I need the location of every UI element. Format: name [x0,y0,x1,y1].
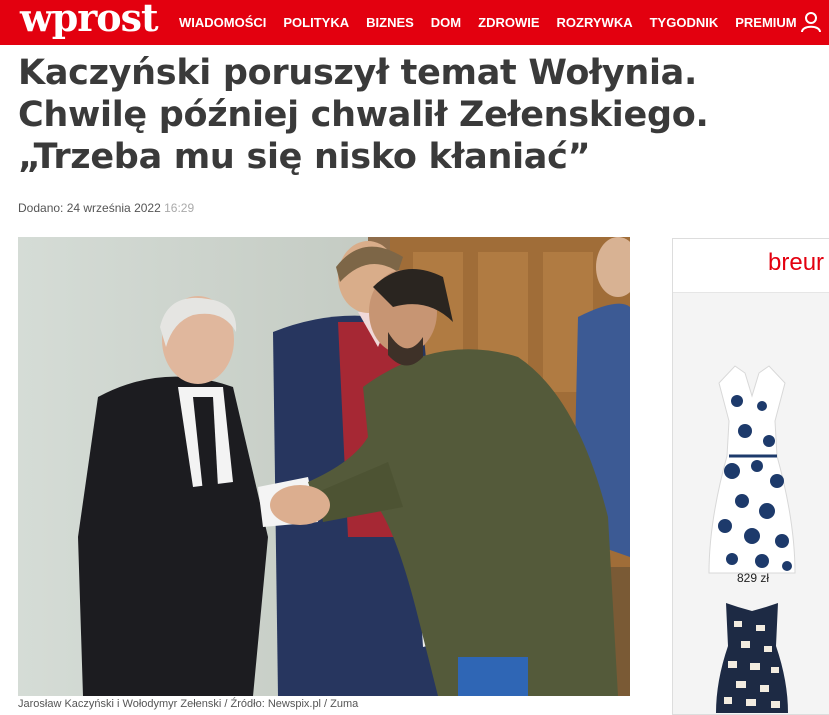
article-time: 16:29 [164,201,195,215]
article-dateline: Dodano: 24 września 2022 16:29 [18,201,194,215]
nav-item-rozrywka[interactable]: ROZRYWKA [557,15,633,30]
article-date: Dodano: 24 września 2022 [18,201,161,215]
article-title: Kaczyński poruszył temat Wołynia. Chwilę… [18,53,709,177]
nav-item-tygodnik[interactable]: TYGODNIK [650,15,719,30]
photo-illustration [18,237,630,696]
ad-brand-name[interactable]: breur [768,249,824,277]
nav-item-zdrowie[interactable]: ZDROWIE [478,15,539,30]
nav-item-biznes[interactable]: BIZNES [366,15,414,30]
article-photo [18,237,630,696]
dress-product-image-1[interactable] [707,361,797,576]
site-logo[interactable]: wprost [20,0,159,40]
user-account-icon[interactable] [799,10,823,34]
ad-product-area: 829 zł [673,293,829,714]
ad-price[interactable]: 829 zł [737,571,769,585]
nav-item-premium[interactable]: PREMIUM [735,15,796,30]
photo-caption: Jarosław Kaczyński i Wołodymyr Zełenski … [18,698,359,710]
advertisement[interactable]: breur 829 zł [672,238,829,715]
dress-product-image-2[interactable] [716,601,788,713]
site-header: wprost WIADOMOŚCI POLITYKA BIZNES DOM ZD… [0,0,829,45]
nav-item-polityka[interactable]: POLITYKA [283,15,349,30]
nav-item-dom[interactable]: DOM [431,15,461,30]
main-nav: WIADOMOŚCI POLITYKA BIZNES DOM ZDROWIE R… [179,0,814,45]
nav-item-wiadomosci[interactable]: WIADOMOŚCI [179,15,266,30]
